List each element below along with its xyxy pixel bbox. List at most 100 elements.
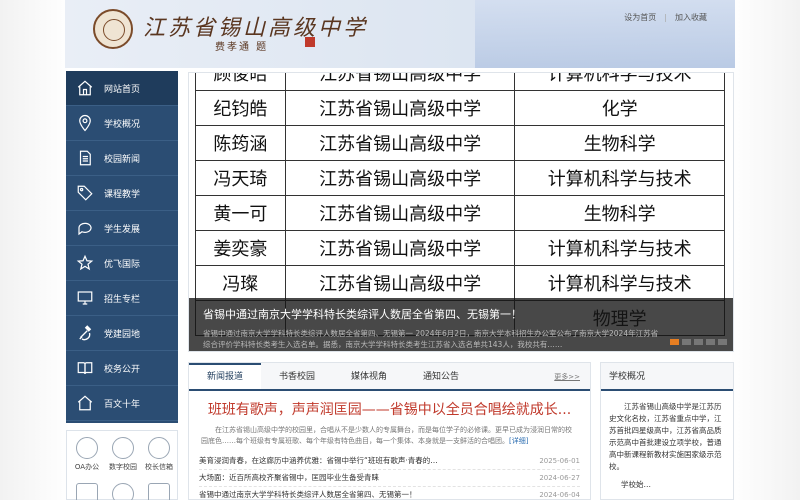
slide-table-cell: 纪钧皓 [195, 90, 286, 126]
slide-table-cell: 冯天琦 [195, 160, 286, 196]
sidebar-item-courses[interactable]: 课程教学 [66, 176, 178, 211]
list-item[interactable]: 省锡中通过南京大学学科特长类综评人数居全省第四、无锡第一！ 2024-06-04 [199, 487, 580, 500]
slide-table-cell: 冯璨 [195, 265, 286, 301]
mailbox-icon [148, 437, 170, 459]
list-item[interactable]: 大场面：近百所高校齐聚省锡中，匡园毕业生备受青睐 2024-06-27 [199, 470, 580, 487]
tab-media-view[interactable]: 媒体视角 [333, 363, 405, 389]
slide-table-row: 纪钧皓 江苏省锡山高级中学 化学 [195, 90, 725, 126]
sidebar-item-label: 校务公开 [104, 364, 141, 375]
sidebar-item-about[interactable]: 学校概况 [66, 106, 178, 141]
slide-caption-text: 省锡中通过南京大学学科特长类综评人数居全省第四、无锡第一 2024年6月2日，南… [203, 329, 659, 349]
school-logo[interactable] [93, 9, 133, 49]
sidebar-item-home[interactable]: 网站首页 [66, 71, 178, 106]
slide-table-cell: 生物科学 [514, 195, 725, 231]
slide-table-cell: 化学 [514, 90, 725, 126]
oa-office-tool[interactable]: OA办公 [69, 437, 105, 472]
tool-label: OA办公 [74, 463, 100, 471]
site-header: 江苏省锡山高级中学 费孝通 题 设为首页 | 加入收藏 [65, 0, 735, 68]
seal-stamp [305, 37, 315, 47]
slide-table-cell: 顾俊皓 [195, 73, 286, 91]
sidebar-item-party[interactable]: 党建园地 [66, 316, 178, 351]
slide-table-cell: 江苏省锡山高级中学 [284, 160, 516, 196]
microphone-tool[interactable] [105, 483, 141, 500]
slide-table-row: 姜奕豪 江苏省锡山高级中学 计算机科学与技术 [195, 230, 725, 266]
home-icon [66, 79, 104, 97]
news-item-date: 2024-06-04 [539, 491, 580, 499]
slider-dot[interactable] [718, 339, 727, 345]
link-separator: | [664, 13, 667, 22]
news-item-title[interactable]: 美育浸润青春，在这廊历中涵养优雅：省锡中举行“班班有歌声·青春的… [199, 453, 519, 469]
sidebar-item-news[interactable]: 校园新闻 [66, 141, 178, 176]
location-pin-icon [66, 114, 104, 132]
clock-icon [76, 437, 98, 459]
tab-announcements[interactable]: 通知公告 [405, 363, 477, 389]
slide-table-cell: 江苏省锡山高级中学 [284, 230, 516, 266]
slide-table-row: 顾俊皓 江苏省锡山高级中学 计算机科学与技术 [195, 73, 725, 91]
slider-dot[interactable] [670, 339, 679, 345]
news-slider[interactable]: 顾俊皓 江苏省锡山高级中学 计算机科学与技术 纪钧皓 江苏省锡山高级中学 化学 陈筠涵 江苏省… [188, 72, 734, 352]
slide-caption[interactable]: 省锡中通过南京大学学科特长类综评人数居全省第四、无锡第一！ 省锡中通过南京大学学… [189, 298, 733, 351]
sidebar-item-label: 学生发展 [104, 224, 141, 235]
news-item-title[interactable]: 省锡中通过南京大学学科特长类综评人数居全省第四、无锡第一！ [199, 487, 519, 500]
slider-dots [670, 339, 727, 345]
news-item-date: 2025-06-01 [539, 457, 580, 465]
slide-table-cell: 计算机科学与技术 [514, 230, 725, 266]
sidebar-item-affairs[interactable]: 校务公开 [66, 351, 178, 386]
slide-table-cell: 江苏省锡山高级中学 [284, 195, 516, 231]
news-headline[interactable]: 班班有歌声，声声润匡园——省锡中以全员合唱绘就成长... [189, 399, 590, 419]
monitor-icon [66, 289, 104, 307]
sidebar-item-label: 百文十年 [104, 399, 141, 410]
principal-mailbox-tool[interactable]: 校长信箱 [141, 437, 177, 472]
sidebar-item-students[interactable]: 学生发展 [66, 211, 178, 246]
sidebar-item-admissions[interactable]: 招生专栏 [66, 281, 178, 316]
sidebar-item-international[interactable]: 优飞国际 [66, 246, 178, 281]
profile-more[interactable]: 学校始… [621, 479, 725, 490]
sidebar-item-label: 党建园地 [104, 329, 141, 340]
document-tool[interactable] [141, 483, 177, 500]
tab-reading-campus[interactable]: 书香校园 [261, 363, 333, 389]
hammer-sickle-icon [66, 324, 104, 342]
sidebar-item-label: 学校概况 [104, 119, 141, 130]
slide-table-row: 陈筠涵 江苏省锡山高级中学 生物科学 [195, 125, 725, 161]
sidebar-item-label: 优飞国际 [104, 259, 141, 270]
clock-icon [112, 437, 134, 459]
home-icon [66, 394, 104, 412]
header-background [475, 0, 735, 68]
news-detail-link[interactable]: [详细] [509, 437, 528, 445]
tag-icon [66, 184, 104, 202]
slide-table-cell: 计算机科学与技术 [514, 265, 725, 301]
news-more-link[interactable]: 更多>> [554, 372, 580, 382]
slider-dot[interactable] [706, 339, 715, 345]
slide-image-table: 顾俊皓 江苏省锡山高级中学 计算机科学与技术 纪钧皓 江苏省锡山高级中学 化学 陈筠涵 江苏省… [195, 73, 725, 336]
list-item[interactable]: 美育浸润青春，在这廊历中涵养优雅：省锡中举行“班班有歌声·青春的… 2025-06… [199, 453, 580, 470]
news-item-date: 2024-06-27 [539, 474, 580, 482]
add-favorite-link[interactable]: 加入收藏 [675, 13, 707, 22]
document-icon [148, 483, 170, 500]
quick-tools-panel: OA办公 数字校园 校长信箱 [66, 430, 178, 500]
profile-title[interactable]: 学校概况 [601, 363, 733, 391]
slide-table-cell: 江苏省锡山高级中学 [284, 90, 516, 126]
slide-table-cell: 陈筠涵 [195, 125, 286, 161]
tab-news-reports[interactable]: 新闻报道 [189, 363, 261, 389]
slide-caption-title[interactable]: 省锡中通过南京大学学科特长类综评人数居全省第四、无锡第一！ [203, 306, 522, 322]
profile-text: 江苏省锡山高级中学是江苏历史文化名校，江苏省重点中学，江苏首批四星级高中，江苏省… [609, 402, 722, 471]
slide-table-row: 冯璨 江苏省锡山高级中学 计算机科学与技术 [195, 265, 725, 301]
sidebar-item-history[interactable]: 百文十年 [66, 386, 178, 421]
slide-table-cell: 黄一可 [195, 195, 286, 231]
slider-dot[interactable] [694, 339, 703, 345]
sidebar-item-label: 网站首页 [104, 84, 141, 95]
news-item-title[interactable]: 大场面：近百所高校齐聚省锡中，匡园毕业生备受青睐 [199, 470, 519, 486]
slide-table-row: 冯天琦 江苏省锡山高级中学 计算机科学与技术 [195, 160, 725, 196]
news-summary: 在江苏省锡山高级中学的校园里，合唱从不是少数人的专属舞台，而是每位学子的必修课。… [201, 425, 578, 447]
slide-table-cell: 姜奕豪 [195, 230, 286, 266]
chat-bubble-icon [66, 219, 104, 237]
set-homepage-link[interactable]: 设为首页 [624, 13, 656, 22]
news-tabs: 新闻报道 书香校园 媒体视角 通知公告 更多>> [189, 363, 590, 391]
digital-campus-tool[interactable]: 数字校园 [105, 437, 141, 472]
slide-table-cell: 江苏省锡山高级中学 [284, 73, 516, 91]
slide-table-row: 黄一可 江苏省锡山高级中学 生物科学 [195, 195, 725, 231]
slider-dot[interactable] [682, 339, 691, 345]
grid-tool[interactable] [69, 483, 105, 500]
sidebar-nav: 网站首页 学校概况 校园新闻 课程教学 学生发展 优飞国际 招生专栏 党建园地 … [66, 71, 178, 423]
top-links: 设为首页 | 加入收藏 [616, 12, 707, 23]
